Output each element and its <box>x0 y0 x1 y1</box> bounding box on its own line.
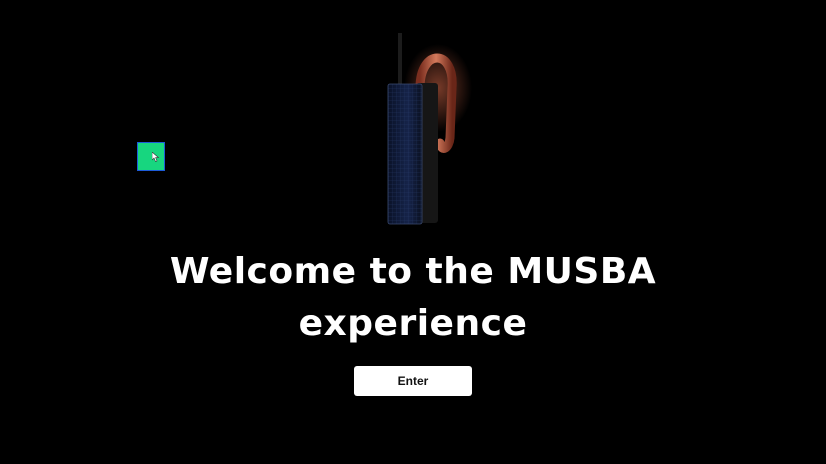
welcome-heading: Welcome to the MUSBA experience <box>0 246 826 350</box>
enter-button[interactable]: Enter <box>354 366 472 396</box>
welcome-heading-line2: experience <box>298 303 528 344</box>
green-widget[interactable] <box>137 142 165 171</box>
welcome-heading-line1: Welcome to the MUSBA <box>169 251 657 292</box>
sculpture-3d-model <box>360 28 480 233</box>
welcome-screen: Welcome to the MUSBA experience Enter <box>0 0 826 464</box>
cursor-pointer-icon <box>152 152 160 162</box>
